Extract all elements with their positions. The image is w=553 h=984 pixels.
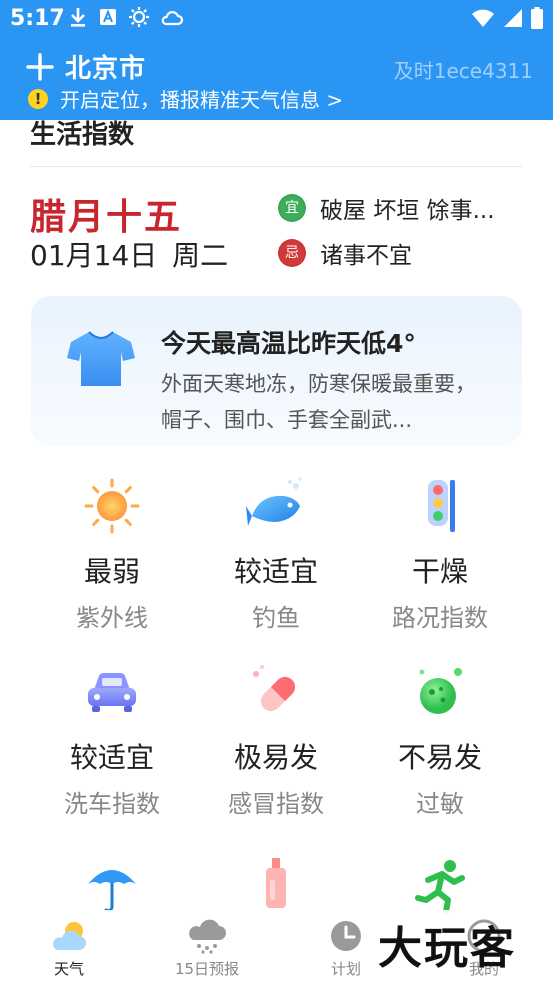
index-name: 过敏 — [416, 790, 464, 818]
tip-title: 今天最高温比昨天低4° — [161, 329, 416, 358]
pill-icon — [253, 665, 296, 712]
yi-badge: 宜 — [278, 194, 306, 222]
update-tag: 及时1ece4311 — [393, 59, 533, 83]
index-name: 钓鱼 — [252, 604, 300, 632]
date-text: 01月14日 — [30, 239, 158, 272]
ji-row[interactable]: 忌 诸事不宜 — [278, 236, 412, 270]
city-name: 北京市 — [65, 54, 147, 84]
cloud-status-icon — [161, 11, 184, 26]
index-level: 不易发 — [397, 741, 482, 774]
city-selector[interactable]: 北京市 — [25, 48, 146, 85]
nav-weather[interactable]: 天气 — [19, 918, 119, 979]
index-level: 最弱 — [83, 555, 140, 588]
status-system-icons — [471, 7, 543, 29]
lunar-date: 腊月十五 — [30, 196, 183, 238]
status-notification-icons — [68, 6, 184, 28]
app-header: 5:17 北京市 及时1ece4311 ! 开启定位，播报精准天气信息 > — [0, 0, 553, 120]
signal-icon — [504, 9, 522, 27]
index-name: 紫外线 — [76, 604, 148, 632]
locate-prompt-text: 开启定位，播报精准天气信息 > — [60, 88, 344, 112]
nav-label: 天气 — [53, 960, 84, 978]
clock-icon — [331, 921, 361, 951]
index-name: 路况指数 — [392, 604, 488, 632]
index-level: 较适宜 — [69, 741, 154, 774]
index-level: 极易发 — [233, 741, 318, 774]
tip-description: 外面天寒地冻，防寒保暖最重要，帽子、围巾、手套全副武... — [161, 372, 476, 432]
nav-label: 15日预报 — [174, 960, 240, 978]
warning-icon: ! — [28, 88, 48, 109]
sun-icon — [84, 478, 140, 534]
enable-location-prompt[interactable]: ! 开启定位，播报精准天气信息 > — [28, 84, 343, 113]
index-exercise[interactable] — [358, 856, 522, 916]
fish-icon — [246, 477, 302, 526]
index-fishing[interactable]: 较适宜 钓鱼 — [194, 476, 358, 633]
solar-date: 01月14日 周二 — [30, 234, 234, 274]
brightness-icon — [129, 7, 149, 27]
cosmetic-bottle-icon — [266, 858, 286, 908]
umbrella-icon — [88, 870, 136, 912]
allergy-icon — [419, 668, 462, 714]
index-level: 干燥 — [411, 555, 468, 588]
battery-icon — [531, 7, 543, 29]
ji-text: 诸事不宜 — [320, 243, 412, 269]
weekday-text: 周二 — [172, 239, 229, 272]
index-uv[interactable]: 最弱 紫外线 — [30, 476, 194, 633]
car-icon — [88, 673, 136, 712]
download-icon — [71, 8, 85, 27]
rain-cloud-icon — [189, 919, 226, 954]
status-bar: 5:17 — [0, 0, 553, 38]
running-icon — [415, 860, 465, 915]
font-a-icon — [100, 9, 116, 25]
section-divider — [30, 166, 522, 167]
status-time: 5:17 — [10, 6, 65, 31]
ji-badge: 忌 — [278, 239, 306, 267]
weather-cloud-sun-icon — [53, 922, 86, 950]
index-car-wash[interactable]: 较适宜 洗车指数 — [30, 662, 194, 819]
yi-row[interactable]: 宜 破屋 坏垣 馀事... — [278, 191, 495, 225]
index-cosmetic[interactable] — [194, 856, 358, 916]
nav-forecast-15day[interactable]: 15日预报 — [157, 918, 257, 979]
tshirt-icon — [67, 331, 135, 386]
yi-text: 破屋 坏垣 馀事... — [320, 198, 495, 224]
index-allergy[interactable]: 不易发 过敏 — [358, 662, 522, 819]
traffic-light-icon — [428, 480, 455, 532]
index-level: 较适宜 — [233, 555, 318, 588]
add-city-icon[interactable] — [25, 52, 55, 82]
dressing-tip-card[interactable]: 今天最高温比昨天低4° 外面天寒地冻，防寒保暖最重要，帽子、围巾、手套全副武..… — [31, 296, 522, 446]
index-name: 感冒指数 — [228, 790, 324, 818]
index-road[interactable]: 干燥 路况指数 — [358, 476, 522, 633]
index-name: 洗车指数 — [64, 790, 160, 818]
wifi-icon — [472, 9, 494, 27]
watermark: 大玩客 — [378, 923, 516, 974]
index-cold[interactable]: 极易发 感冒指数 — [194, 662, 358, 819]
index-umbrella[interactable] — [30, 856, 194, 916]
section-title: 生活指数 — [30, 120, 135, 150]
